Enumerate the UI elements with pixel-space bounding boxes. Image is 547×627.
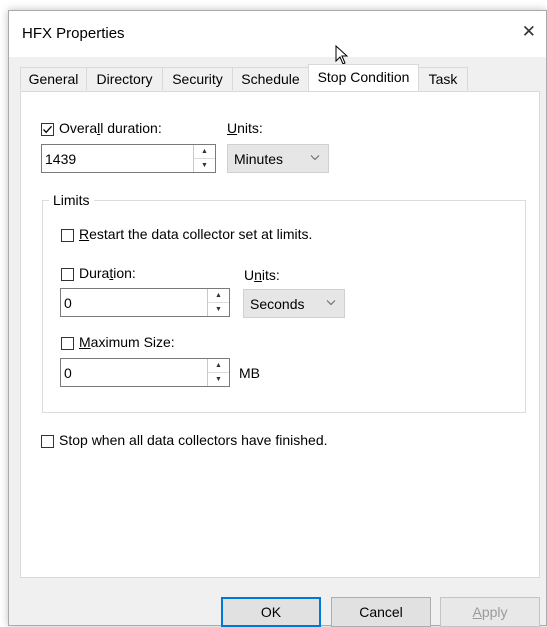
spin-down-icon[interactable]: ▼ [208, 373, 229, 386]
maximum-size-spinner: ▲ ▼ [60, 358, 230, 387]
duration-spinner: ▲ ▼ [60, 288, 230, 317]
restart-checkbox[interactable] [61, 229, 74, 242]
overall-duration-label: Overall duration: [59, 120, 162, 136]
tab-general[interactable]: General [20, 67, 87, 90]
overall-duration-input[interactable] [42, 145, 195, 172]
units-selected-value: Minutes [234, 151, 284, 167]
tab-label: Directory [96, 71, 153, 87]
units-dropdown[interactable]: Minutes [227, 144, 329, 173]
spin-buttons: ▲ ▼ [207, 359, 229, 386]
properties-dialog: HFX Properties ✕ General Directory Secur… [8, 10, 547, 627]
spin-up-icon[interactable]: ▲ [208, 359, 229, 373]
overall-duration-checkbox[interactable] [41, 123, 54, 136]
stop-all-finished-label: Stop when all data collectors have finis… [59, 432, 328, 448]
limits-units-dropdown[interactable]: Seconds [243, 289, 345, 318]
maximum-size-checkbox[interactable] [61, 337, 74, 350]
spin-buttons: ▲ ▼ [193, 145, 215, 172]
ok-button[interactable]: OK [221, 597, 321, 627]
maximum-size-input[interactable] [61, 359, 209, 386]
stop-condition-panel: Overall duration: Units: ▲ ▼ Minutes Lim… [20, 91, 540, 578]
title-bar: HFX Properties ✕ [9, 11, 546, 57]
stop-all-finished-checkbox[interactable] [41, 435, 54, 448]
spin-down-icon[interactable]: ▼ [208, 303, 229, 316]
tab-directory[interactable]: Directory [86, 67, 163, 90]
units-label: Units: [227, 120, 263, 136]
limits-units-selected-value: Seconds [250, 296, 305, 312]
tab-schedule[interactable]: Schedule [232, 67, 309, 90]
duration-checkbox[interactable] [61, 268, 74, 281]
chevron-down-icon [326, 300, 336, 306]
apply-button[interactable]: Apply [440, 597, 540, 627]
apply-button-label: Apply [472, 604, 508, 620]
ok-button-label: OK [260, 604, 282, 620]
size-unit-label: MB [239, 365, 260, 381]
tab-stop-condition[interactable]: Stop Condition [308, 64, 419, 91]
mouse-cursor-icon [335, 45, 349, 65]
spin-down-icon[interactable]: ▼ [194, 159, 215, 172]
cancel-button[interactable]: Cancel [331, 597, 431, 627]
cancel-button-label: Cancel [359, 604, 403, 620]
spin-up-icon[interactable]: ▲ [208, 289, 229, 303]
tab-label: Stop Condition [317, 69, 410, 85]
spin-buttons: ▲ ▼ [207, 289, 229, 316]
window-title: HFX Properties [22, 25, 125, 42]
tab-label: Schedule [241, 71, 300, 87]
checkmark-icon [43, 125, 52, 134]
tab-label: Security [172, 71, 223, 87]
duration-label: Duration: [79, 265, 136, 281]
duration-input[interactable] [61, 289, 209, 316]
limits-legend: Limits [49, 192, 94, 208]
tab-label: General [28, 71, 79, 87]
maximum-size-label: Maximum Size: [79, 334, 175, 350]
chevron-down-icon [310, 155, 320, 161]
restart-label: Restart the data collector set at limits… [79, 226, 313, 242]
spin-up-icon[interactable]: ▲ [194, 145, 215, 159]
tab-security[interactable]: Security [162, 67, 233, 90]
close-icon[interactable]: ✕ [522, 22, 536, 42]
overall-duration-spinner: ▲ ▼ [41, 144, 216, 173]
tab-label: Task [428, 71, 458, 87]
units-label-limits: Units: [244, 267, 280, 283]
tab-task[interactable]: Task [418, 67, 468, 90]
